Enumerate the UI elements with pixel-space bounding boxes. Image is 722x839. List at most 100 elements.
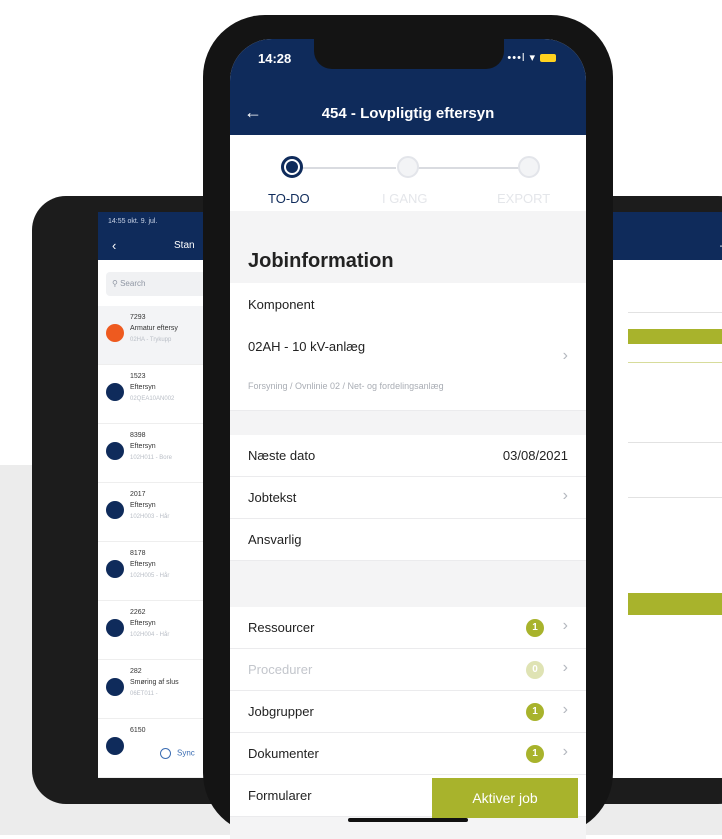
step-connector — [418, 167, 522, 169]
job-number: 7293 — [130, 314, 146, 321]
chevron-left-icon[interactable]: ‹ — [112, 238, 116, 253]
job-code: 06ET011 - — [130, 691, 158, 697]
job-name: Eftersyn — [130, 443, 156, 450]
list-item[interactable]: 2017 Eftersyn 102H003 - Hår — [98, 483, 216, 542]
section-label: Dokumenter — [248, 746, 319, 761]
accent-bar — [628, 593, 722, 615]
naeste-dato-row: Næste dato 03/08/2021 — [230, 435, 586, 477]
komponent-label: Komponent — [248, 297, 315, 312]
ansvarlig-label: Ansvarlig — [248, 532, 302, 547]
phone-device: 14:28 •••l ▾ ← 454 - Lovpligtig eftersyn… — [203, 15, 613, 839]
step-connector — [292, 167, 396, 169]
sync-label: Sync — [177, 748, 195, 758]
tablet-search-input[interactable]: ⚲ Search — [106, 272, 216, 296]
section-title: Jobinformation — [248, 250, 394, 272]
step-todo-icon[interactable] — [281, 156, 303, 178]
chevron-right-icon: › — [562, 617, 568, 634]
status-stepper: TO-DO I GANG EXPORT — [230, 135, 586, 211]
count-badge: 1 — [526, 703, 544, 721]
progress-bar — [628, 329, 722, 344]
status-dot-icon — [106, 501, 124, 519]
status-dot-icon — [106, 442, 124, 460]
sync-button[interactable]: Sync — [160, 748, 195, 759]
step-label-igang: I GANG — [382, 191, 428, 206]
tablet-status: 14:55 okt. 9. jul. — [108, 218, 158, 225]
job-code: 102H003 - Hår — [130, 514, 170, 520]
step-igang-icon[interactable] — [397, 156, 419, 178]
section-row-ressourcer[interactable]: Ressourcer 1 › — [230, 607, 586, 649]
divider — [628, 362, 722, 363]
list-item[interactable]: 1523 Eftersyn 02QEA10AN002 — [98, 365, 216, 424]
job-name: Eftersyn — [130, 561, 156, 568]
phone-screen: 14:28 •••l ▾ ← 454 - Lovpligtig eftersyn… — [230, 39, 586, 839]
komponent-value: 02AH - 10 kV-anlæg — [248, 339, 366, 354]
job-code: 02QEA10AN002 — [130, 396, 175, 402]
tablet-title: Stan — [174, 240, 195, 251]
job-number: 282 — [130, 668, 142, 675]
job-name: Eftersyn — [130, 384, 156, 391]
phone-header: 14:28 •••l ▾ ← 454 - Lovpligtig eftersyn — [230, 39, 586, 135]
jobtekst-row[interactable]: Jobtekst › — [230, 477, 586, 519]
status-dot-icon — [106, 324, 124, 342]
search-icon: ⚲ — [112, 279, 118, 288]
section-label: Formularer — [248, 788, 312, 803]
signal-icon: •••l ▾ — [507, 52, 536, 64]
job-number: 1523 — [130, 373, 146, 380]
job-name: Armatur eftersy — [130, 325, 178, 332]
count-badge: 1 — [526, 745, 544, 763]
section-label: Ressourcer — [248, 620, 315, 635]
battery-icon — [540, 54, 556, 63]
ansvarlig-row: Ansvarlig — [230, 519, 586, 561]
komponent-path: Forsyning / Ovnlinie 02 / Net- og fordel… — [248, 381, 444, 391]
chevron-right-icon: › — [562, 659, 568, 676]
list-item[interactable]: 282 Smøring af slus 06ET011 - — [98, 660, 216, 719]
section-row-dokumenter[interactable]: Dokumenter 1 › — [230, 733, 586, 775]
job-number: 8398 — [130, 432, 146, 439]
step-export-icon[interactable] — [518, 156, 540, 178]
job-name: Eftersyn — [130, 620, 156, 627]
job-code: 102H004 - Hår — [130, 632, 170, 638]
job-name: Smøring af slus — [130, 679, 179, 686]
section-label: Procedurer — [248, 662, 313, 677]
komponent-row[interactable]: Komponent 02AH - 10 kV-anlæg Forsyning /… — [230, 283, 586, 411]
job-number: 8178 — [130, 550, 146, 557]
job-code: 102H005 - Hår — [130, 573, 170, 579]
step-label-todo: TO-DO — [268, 191, 310, 206]
section-row-procedurer[interactable]: Procedurer 0 › — [230, 649, 586, 691]
status-icons: •••l ▾ — [507, 51, 556, 64]
count-badge: 1 — [526, 619, 544, 637]
section-row-jobgrupper[interactable]: Jobgrupper 1 › — [230, 691, 586, 733]
aktiver-job-button[interactable]: Aktiver job — [432, 778, 578, 818]
jobtekst-label: Jobtekst — [248, 490, 297, 505]
chevron-right-icon: › — [562, 347, 568, 364]
list-item[interactable]: 6150 — [98, 719, 216, 778]
chevron-right-icon: › — [562, 487, 568, 504]
page-title: 454 - Lovpligtig eftersyn — [321, 105, 495, 122]
naeste-dato-label: Næste dato — [248, 448, 316, 463]
list-item[interactable]: 8178 Eftersyn 102H005 - Hår — [98, 542, 216, 601]
status-dot-icon — [106, 383, 124, 401]
job-number: 2017 — [130, 491, 146, 498]
chevron-right-icon: › — [562, 701, 568, 718]
divider — [628, 312, 722, 313]
home-indicator — [348, 818, 468, 822]
chevron-right-icon: › — [562, 743, 568, 760]
job-number: 2262 — [130, 609, 146, 616]
job-name: Eftersyn — [130, 502, 156, 509]
status-dot-icon — [106, 619, 124, 637]
count-badge: 0 — [526, 661, 544, 679]
list-item[interactable]: 8398 Eftersyn 102H011 - Bore — [98, 424, 216, 483]
sync-icon — [160, 748, 171, 759]
phone-notch — [314, 39, 504, 69]
step-label-export: EXPORT — [497, 191, 551, 206]
list-item[interactable]: 7293 Armatur eftersy 02HA - Trykupp — [98, 306, 216, 365]
search-placeholder: Search — [120, 279, 146, 288]
job-code: 102H011 - Bore — [130, 455, 172, 461]
job-number: 6150 — [130, 727, 146, 734]
job-code: 02HA - Trykupp — [130, 337, 172, 343]
divider — [628, 442, 722, 443]
status-time: 14:28 — [258, 51, 292, 66]
list-item[interactable]: 2262 Eftersyn 102H004 - Hår — [98, 601, 216, 660]
divider — [628, 497, 722, 498]
status-dot-icon — [106, 737, 124, 755]
